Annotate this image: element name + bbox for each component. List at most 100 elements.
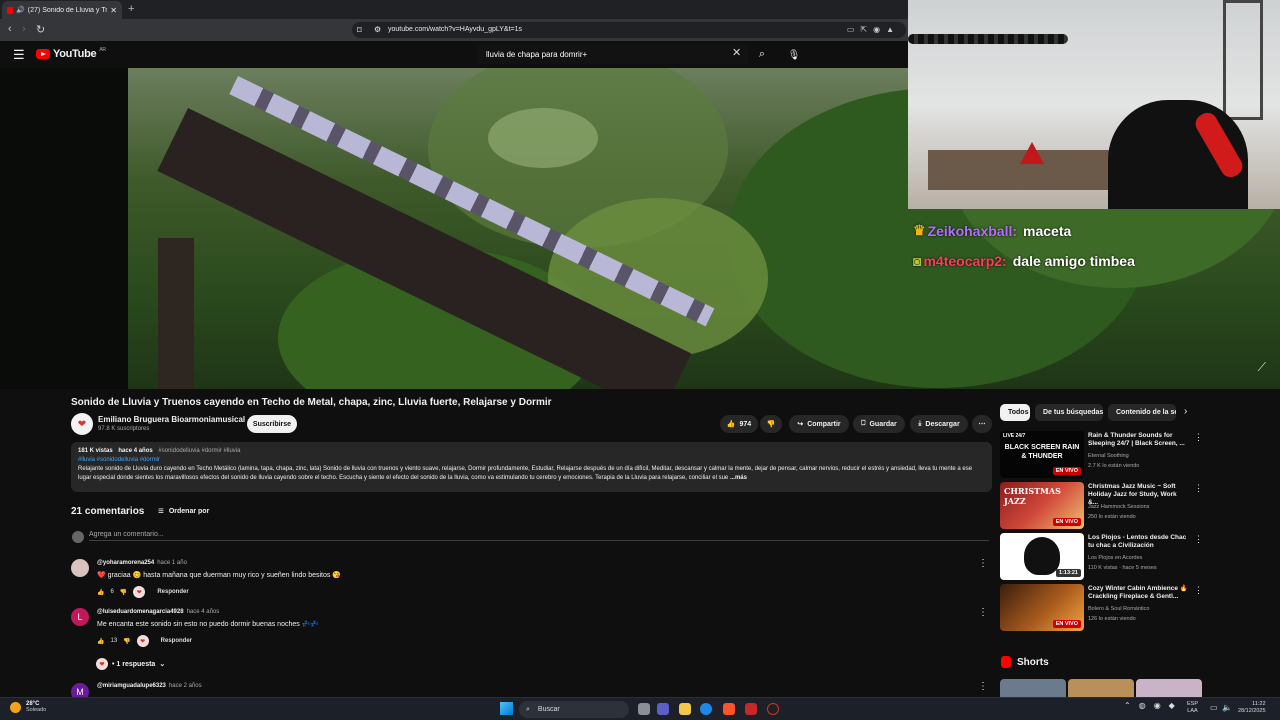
reply-button[interactable]: Responder (157, 589, 188, 595)
weather-widget[interactable]: 28°C Soleado (10, 701, 46, 713)
taskbar-search[interactable]: ⌕ Buscar (519, 701, 629, 718)
new-tab-icon[interactable]: + (128, 3, 134, 15)
comment-username[interactable]: @miriamguadalupe6323 (97, 683, 166, 689)
bookmark-icon[interactable]: ⌑ (357, 22, 362, 38)
chip-all[interactable]: Todos (1000, 404, 1030, 421)
comment-author[interactable]: @luiseduardomenagarcia4928 hace 4 años (97, 609, 219, 615)
reload-icon[interactable]: ↻ (36, 23, 45, 36)
task-view-icon[interactable] (638, 703, 650, 715)
show-more-link[interactable]: ...más (730, 475, 747, 481)
view-replies-button[interactable]: ❤ • 1 respuesta ⌄ (96, 658, 165, 670)
obs-icon[interactable] (767, 703, 779, 715)
rec-title[interactable]: Rain & Thunder Sounds for Sleeping 24/7 … (1088, 432, 1188, 448)
chip-related[interactable]: Contenido de la se (1108, 404, 1176, 421)
add-comment-input[interactable]: Agrega un comentario... (89, 531, 989, 541)
short-thumbnail[interactable] (1068, 679, 1134, 697)
commenter-avatar[interactable] (71, 559, 89, 577)
rec-title[interactable]: Los Piojos - Lentos desde Chac tu chac a… (1088, 534, 1188, 550)
comment-author[interactable]: @yoharamorena254 hace 1 año (97, 560, 187, 566)
rec-title[interactable]: Cozy Winter Cabin Ambience 🔥 Crackling F… (1088, 585, 1188, 601)
channel-avatar[interactable]: ❤ (71, 413, 93, 435)
file-explorer-icon[interactable] (679, 703, 691, 715)
webcam-overlay (908, 0, 1280, 209)
rec-menu-icon[interactable]: ⋮ (1194, 585, 1203, 596)
clock[interactable]: 11:22 28/12/2025 (1238, 701, 1266, 715)
back-icon[interactable]: ‹ (8, 23, 12, 35)
clear-search-icon[interactable]: ✕ (732, 46, 741, 59)
header-hashtags[interactable]: #sonidodelluvia #dormir #lluvia (158, 448, 240, 454)
browser-tab[interactable]: 🔊 (27) Sonido de Lluvia y Truen ✕ (2, 1, 122, 19)
rec-thumbnail[interactable]: 1:13:21 (1000, 533, 1084, 580)
rec-channel[interactable]: Bolero & Soul Romántico (1088, 606, 1149, 612)
share-button[interactable]: ↪ Compartir (789, 415, 849, 433)
teams-icon[interactable] (657, 703, 669, 715)
windows-start-icon[interactable] (500, 702, 513, 715)
like-button[interactable]: 👍 974 (720, 415, 758, 433)
subscribe-button[interactable]: Suscribirse (247, 415, 297, 433)
hamburger-menu-icon[interactable]: ☰ (13, 47, 25, 63)
chevron-right-icon[interactable]: › (1184, 406, 1187, 417)
comment-username[interactable]: @yoharamorena254 (97, 560, 154, 566)
thumbs-down-icon[interactable]: 👎 (120, 589, 127, 596)
comment-menu-icon[interactable]: ⋮ (978, 681, 988, 692)
rec-menu-icon[interactable]: ⋮ (1194, 483, 1203, 494)
address-bar[interactable]: ⌑ ⚙ youtube.com/watch?v=HAyvdu_gpLY&t=1s… (352, 22, 906, 38)
short-thumbnail[interactable] (1136, 679, 1202, 697)
short-thumbnail[interactable] (1000, 679, 1066, 697)
site-info-icon[interactable]: ⚙ (374, 22, 381, 38)
extension-icons[interactable]: ▭⇱◉▲ (847, 22, 900, 38)
reply-button[interactable]: Responder (161, 638, 192, 644)
network-icon[interactable]: ▭ (1210, 703, 1218, 712)
rec-thumbnail[interactable]: CHRISTMAS JAZZ EN VIVO (1000, 482, 1084, 529)
comment-time[interactable]: hace 2 años (169, 683, 202, 689)
chevron-up-icon[interactable]: ⌃ (1124, 701, 1131, 710)
rec-channel[interactable]: Los Piojos en Acordes (1088, 555, 1142, 561)
volume-icon[interactable]: 🔈 (1222, 703, 1232, 712)
language-code: ESP (1187, 701, 1199, 707)
voice-search-button[interactable]: 🎙 (784, 45, 804, 65)
search-input[interactable]: lluvia de chapa para domrir+ (478, 45, 748, 64)
tray-app-icon[interactable]: ◍ (1139, 701, 1146, 710)
comment-author[interactable]: @miriamguadalupe6323 hace 2 años (97, 683, 202, 689)
tab-close-icon[interactable]: ✕ (110, 6, 117, 15)
comment-menu-icon[interactable]: ⋮ (978, 558, 988, 569)
system-tray[interactable]: ⌃ ◍ ◉ ◆ (1124, 701, 1175, 710)
commenter-avatar[interactable]: L (71, 608, 89, 626)
search-button[interactable]: ⌕ (748, 45, 776, 64)
rec-channel[interactable]: Eternal Soothing (1088, 453, 1129, 459)
clock-date: 28/12/2025 (1238, 708, 1266, 714)
comment-time[interactable]: hace 4 años (187, 609, 220, 615)
rec-menu-icon[interactable]: ⋮ (1194, 534, 1203, 545)
microphone-icon: 🎙 (787, 49, 801, 61)
thumbs-up-icon[interactable]: 👍 (97, 638, 104, 645)
download-icon: ⤓ (918, 420, 922, 427)
comment-username[interactable]: @luiseduardomenagarcia4928 (97, 609, 184, 615)
comment-menu-icon[interactable]: ⋮ (978, 607, 988, 618)
description-hashtags[interactable]: #lluvia #sonidodelluvia #dormir (78, 456, 985, 465)
rec-thumbnail[interactable]: LIVE 24/7 BLACK SCREEN RAIN & THUNDER EN… (1000, 431, 1084, 478)
thumbs-down-icon[interactable]: 👎 (123, 638, 130, 645)
channel-name[interactable]: Emiliano Bruguera Bioarmoniamusical (98, 415, 245, 424)
comment-time[interactable]: hace 1 año (157, 560, 187, 566)
thumbnail-caption: BLACK SCREEN RAIN & THUNDER (1004, 444, 1080, 460)
language-indicator[interactable]: ESP LAA (1187, 701, 1198, 715)
forward-icon[interactable]: › (22, 23, 26, 35)
shorts-icon (1001, 656, 1011, 668)
save-button[interactable]: ⎕ Guardar (853, 415, 905, 433)
rec-thumbnail[interactable]: EN VIVO (1000, 584, 1084, 631)
dislike-button[interactable]: 👎 (760, 415, 782, 433)
youtube-logo[interactable]: YouTube AR (36, 47, 106, 60)
thumbs-up-icon[interactable]: 👍 (97, 589, 104, 596)
download-button[interactable]: ⤓ Descargar (910, 415, 968, 433)
calendar-app-icon[interactable] (745, 703, 757, 715)
rec-menu-icon[interactable]: ⋮ (1194, 432, 1203, 443)
more-actions-button[interactable]: ⋯ (972, 415, 992, 433)
tray-app-icon[interactable]: ◆ (1169, 701, 1175, 710)
sort-comments-button[interactable]: ≡ Ordenar por (158, 506, 209, 517)
rec-channel[interactable]: Jazz Hammock Sessions (1088, 504, 1149, 510)
description-box[interactable]: 181 K vistas hace 4 años #sonidodelluvia… (71, 442, 992, 492)
tray-app-icon[interactable]: ◉ (1154, 701, 1161, 710)
chip-from-searches[interactable]: De tus búsquedas (1035, 404, 1103, 421)
edge-icon[interactable] (700, 703, 712, 715)
brave-icon[interactable] (723, 703, 735, 715)
